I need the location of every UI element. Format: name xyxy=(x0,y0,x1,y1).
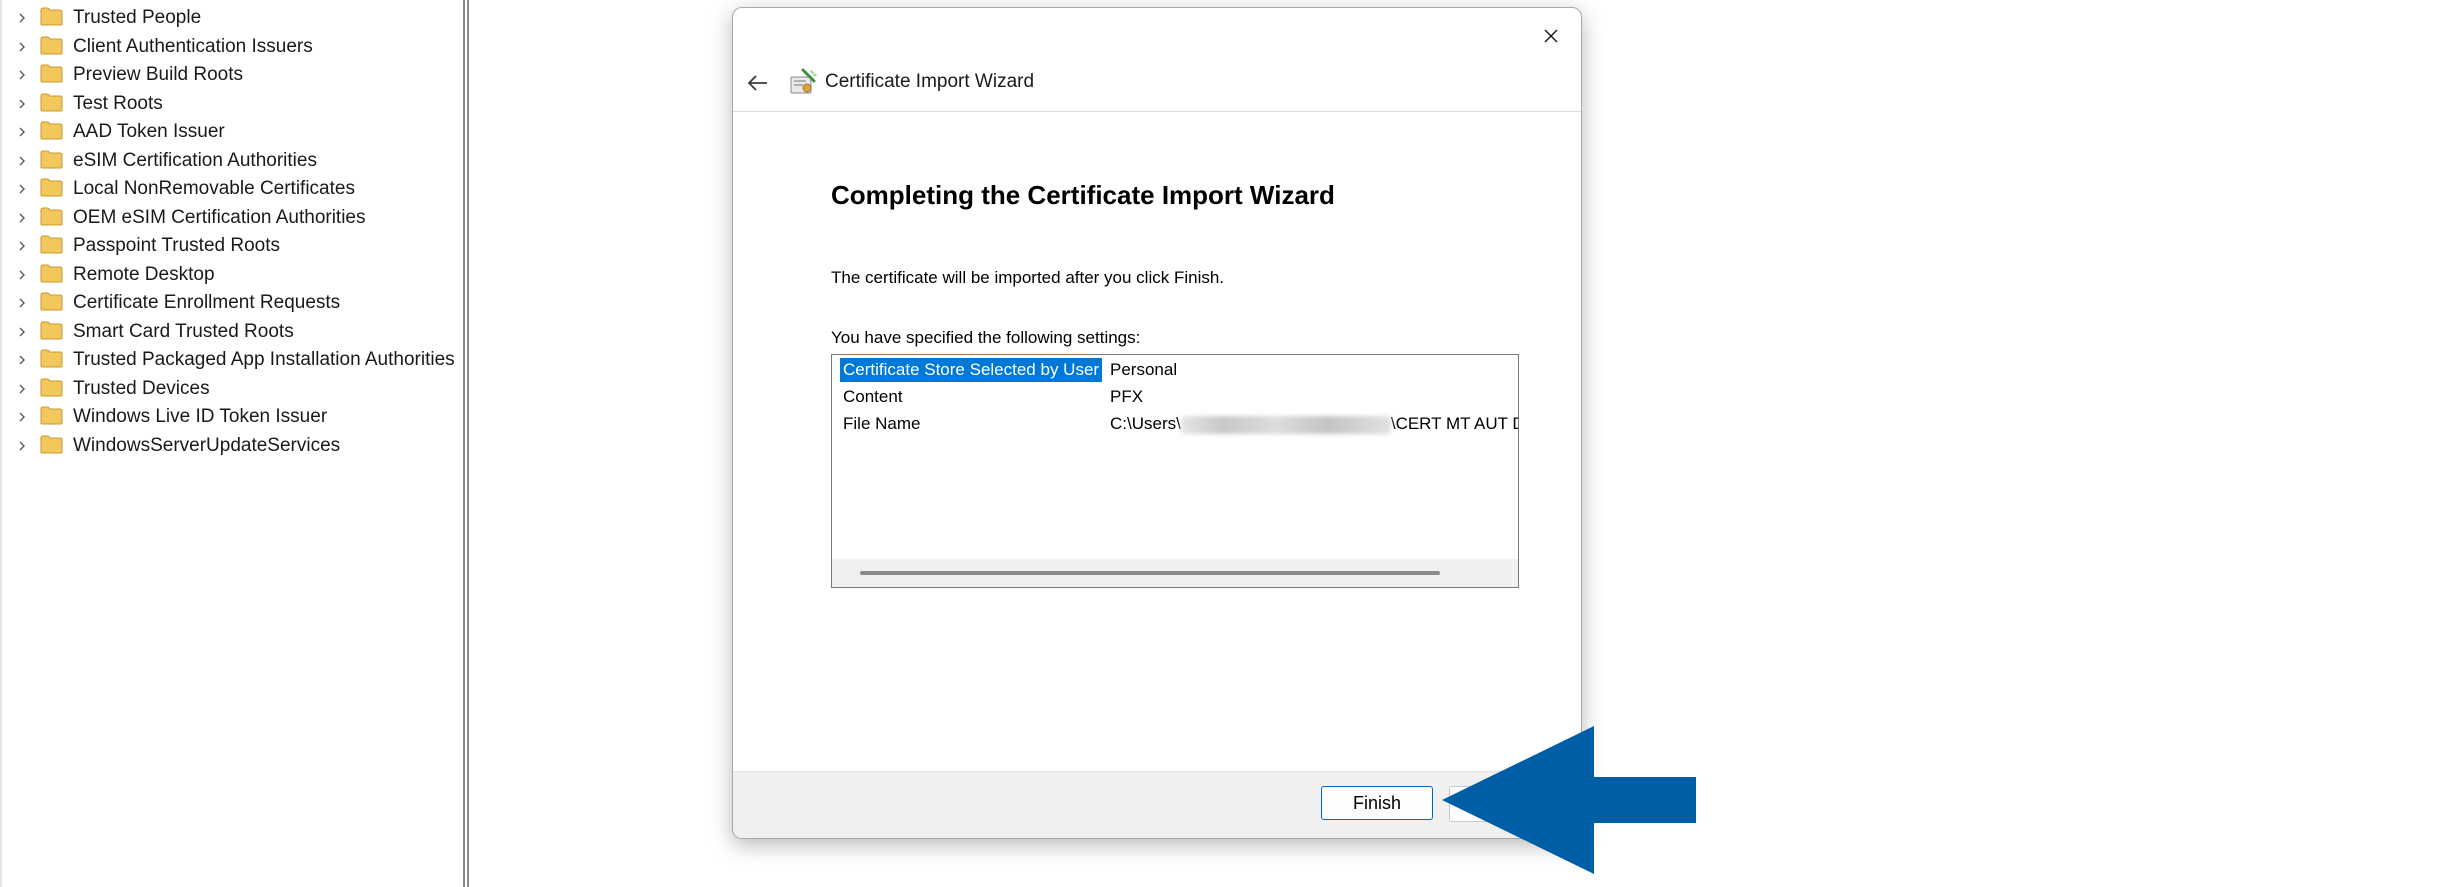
folder-icon xyxy=(40,435,63,453)
folder-icon xyxy=(40,178,63,197)
folder-icon xyxy=(40,150,63,168)
chevron-right-icon[interactable] xyxy=(16,440,28,452)
chevron-right-icon[interactable] xyxy=(16,297,28,309)
file-path-suffix: \CERT MT AUT D xyxy=(1390,414,1519,433)
folder-icon xyxy=(40,321,63,339)
setting-name: Certificate Store Selected by User xyxy=(840,358,1103,382)
folder-icon xyxy=(40,264,63,282)
settings-row-file-name[interactable]: File Name C:\Users\ \CERT MT AUT D xyxy=(832,412,1518,436)
settings-caption: You have specified the following setting… xyxy=(831,328,1141,347)
tree-item-label: Trusted People xyxy=(73,7,202,28)
certificate-store-tree: Trusted People Client Authentication Iss… xyxy=(0,0,466,887)
folder-icon xyxy=(40,7,63,26)
folder-icon xyxy=(40,406,63,425)
arrow-shape xyxy=(1442,726,1696,874)
settings-row-certificate-store[interactable]: Certificate Store Selected by User Perso… xyxy=(832,358,1518,382)
tree-item-label: eSIM Certification Authorities xyxy=(73,149,317,171)
import-note: The certificate will be imported after y… xyxy=(831,268,1225,287)
tree-item-label: Preview Build Roots xyxy=(73,64,244,85)
chevron-right-icon[interactable] xyxy=(16,240,28,252)
chevron-right-icon[interactable] xyxy=(16,212,28,224)
chevron-right-icon[interactable] xyxy=(16,12,28,24)
chevron-right-icon[interactable] xyxy=(16,269,28,281)
back-arrow-icon xyxy=(747,75,767,91)
screen: Trusted People Client Authentication Iss… xyxy=(0,0,2439,887)
settings-row-content[interactable]: Content PFX xyxy=(832,385,1518,409)
chevron-right-icon[interactable] xyxy=(16,41,28,53)
horizontal-scrollbar[interactable] xyxy=(832,559,1518,587)
tree-item-label: OEM eSIM Certification Authorities xyxy=(73,206,366,228)
wizard-heading: Completing the Certificate Import Wizard xyxy=(831,180,1335,210)
chevron-right-icon[interactable] xyxy=(16,155,28,167)
finish-button[interactable]: Finish xyxy=(1321,786,1433,820)
tree-item-label: Trusted Devices xyxy=(73,377,210,399)
chevron-right-icon[interactable] xyxy=(16,326,28,338)
scrollbar-thumb[interactable] xyxy=(860,571,1440,575)
setting-value: Personal xyxy=(1110,360,1178,379)
folder-icon xyxy=(40,235,63,254)
tree-item-label: Passpoint Trusted Roots xyxy=(73,235,280,256)
chevron-right-icon[interactable] xyxy=(16,383,28,395)
tree-item-label: Trusted Packaged App Installation Author… xyxy=(73,349,455,370)
folder-icon xyxy=(40,93,63,111)
certificate-wizard-icon xyxy=(790,68,817,94)
tree-item-label: Local NonRemovable Certificates xyxy=(73,178,355,199)
setting-name: File Name xyxy=(843,414,921,433)
close-button[interactable] xyxy=(1533,18,1569,54)
tree-item-label: Test Roots xyxy=(73,92,163,114)
tree-item-label: Smart Card Trusted Roots xyxy=(73,320,294,342)
setting-name: Content xyxy=(843,387,903,406)
file-path-prefix: C:\Users\ xyxy=(1110,414,1181,433)
panel-splitter[interactable] xyxy=(463,0,469,887)
tree-item-label: WindowsServerUpdateServices xyxy=(73,434,341,456)
setting-value: C:\Users\ \CERT MT AUT D xyxy=(1110,412,1519,436)
folder-icon xyxy=(40,378,63,396)
folder-icon xyxy=(40,349,63,368)
tree-item-label: Windows Live ID Token Issuer xyxy=(73,406,328,427)
folder-icon xyxy=(40,207,63,225)
setting-value: PFX xyxy=(1110,387,1144,406)
chevron-right-icon[interactable] xyxy=(16,98,28,110)
dialog-title: Certificate Import Wizard xyxy=(825,71,1035,92)
folder-icon xyxy=(40,36,63,54)
chevron-right-icon[interactable] xyxy=(16,354,28,366)
chevron-right-icon[interactable] xyxy=(16,69,28,81)
tree-item-label: Client Authentication Issuers xyxy=(73,35,313,57)
back-button[interactable] xyxy=(743,68,773,98)
folder-icon xyxy=(40,64,63,83)
close-icon xyxy=(1544,29,1558,43)
folder-icon xyxy=(40,121,63,140)
folder-icon xyxy=(40,292,63,311)
certificate-import-wizard-dialog: Certificate Import Wizard Completing the… xyxy=(732,7,1582,839)
title-divider xyxy=(733,111,1581,112)
tree-item-label: AAD Token Issuer xyxy=(73,121,225,142)
chevron-right-icon[interactable] xyxy=(16,126,28,138)
chevron-right-icon[interactable] xyxy=(16,183,28,195)
settings-list[interactable]: Certificate Store Selected by User Perso… xyxy=(831,354,1519,588)
tree-item-label: Remote Desktop xyxy=(73,263,215,285)
tree-item-label: Certificate Enrollment Requests xyxy=(73,292,341,313)
chevron-right-icon[interactable] xyxy=(16,411,28,423)
redacted-username xyxy=(1180,415,1391,434)
callout-arrow-icon xyxy=(1442,726,1696,874)
